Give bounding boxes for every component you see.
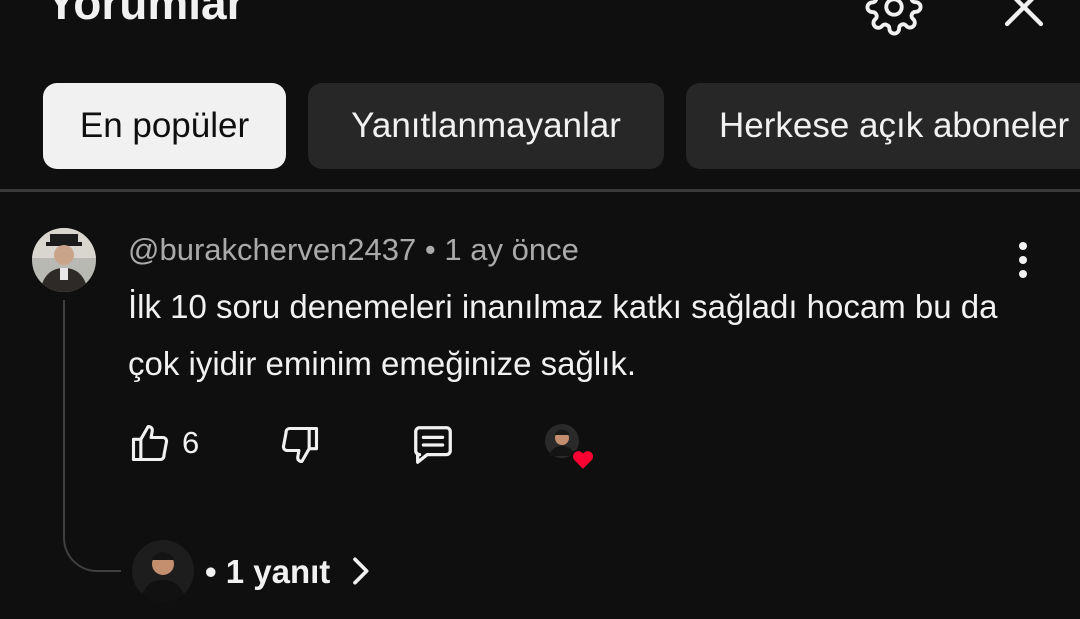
- like-button[interactable]: [128, 420, 172, 466]
- reply-button[interactable]: [410, 422, 456, 468]
- close-icon: [1004, 0, 1044, 27]
- avatar-image: [32, 228, 96, 292]
- comment-author[interactable]: @burakcherven2437: [128, 232, 416, 267]
- avatar-image: [132, 540, 194, 602]
- dislike-button[interactable]: [278, 422, 322, 468]
- chip-most-popular[interactable]: En popüler: [43, 83, 286, 169]
- divider: [0, 189, 1080, 192]
- meta-separator: •: [424, 232, 436, 267]
- avatar[interactable]: [32, 228, 96, 292]
- thumbs-up-icon: [131, 424, 169, 462]
- close-button[interactable]: [995, 0, 1053, 36]
- thumbs-down-icon: [281, 426, 319, 464]
- chip-label: Yanıtlanmayanlar: [351, 106, 621, 145]
- heart-icon: [571, 449, 595, 471]
- reply-avatar: [132, 540, 194, 602]
- replies-label: • 1 yanıt: [205, 553, 331, 590]
- chip-label: En popüler: [79, 106, 250, 145]
- comment-text: İlk 10 soru denemeleri inanılmaz katkı s…: [128, 288, 998, 382]
- comment-meta: @burakcherven2437 • 1 ay önce: [128, 232, 579, 268]
- chevron-right-icon: [353, 557, 369, 585]
- comment-icon: [414, 426, 452, 464]
- more-options-button[interactable]: [1006, 240, 1040, 280]
- settings-button[interactable]: [865, 0, 923, 36]
- chip-unanswered[interactable]: Yanıtlanmayanlar: [308, 83, 664, 169]
- more-vert-icon: [1019, 242, 1027, 278]
- thread-connector: [63, 300, 121, 572]
- page-title: Yorumlar: [46, 0, 245, 29]
- chip-label: Herkese açık aboneler: [719, 106, 1070, 145]
- comment-time[interactable]: 1 ay önce: [444, 232, 578, 267]
- chip-public-subscribers[interactable]: Herkese açık aboneler: [686, 83, 1080, 169]
- replies-toggle[interactable]: • 1 yanıt: [205, 553, 371, 591]
- like-count: 6: [182, 425, 200, 460]
- creator-heart: [543, 423, 599, 471]
- gear-icon: [865, 0, 923, 36]
